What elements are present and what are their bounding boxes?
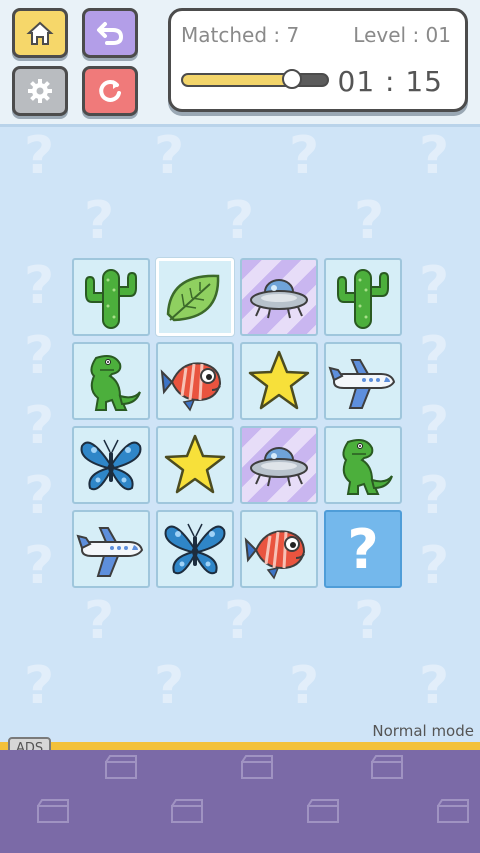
ufo-icon (244, 430, 314, 500)
undo-icon (97, 22, 124, 45)
star-icon (244, 346, 314, 416)
background-question-mark: ? (224, 591, 255, 651)
ad-divider (0, 742, 480, 750)
gear-icon (28, 79, 52, 103)
clapperboard-icon (37, 799, 69, 823)
tile-star[interactable] (240, 342, 318, 420)
background-question-mark: ? (154, 656, 185, 716)
home-icon (26, 21, 54, 45)
tile-ufo[interactable] (240, 426, 318, 504)
background-question-mark: ? (24, 396, 55, 456)
airplane-icon (328, 346, 398, 416)
time-progress-bar (181, 69, 329, 89)
undo-button[interactable] (82, 8, 138, 58)
tile-cactus[interactable] (324, 258, 402, 336)
background-question-mark: ? (24, 536, 55, 596)
clapperboard-icon (241, 755, 273, 779)
level-indicator: Level : 01 (353, 23, 451, 47)
background-question-mark: ? (289, 656, 320, 716)
background-question-mark: ? (24, 256, 55, 316)
clapperboard-icon (307, 799, 339, 823)
clock-icon (282, 69, 303, 89)
background-question-mark: ? (419, 326, 450, 386)
dinosaur-icon (328, 430, 398, 500)
star-icon (160, 430, 230, 500)
settings-button[interactable] (12, 66, 68, 116)
background-question-mark: ? (354, 191, 385, 251)
background-question-mark: ? (419, 536, 450, 596)
background-question-mark: ? (24, 466, 55, 526)
tile-dinosaur[interactable] (324, 426, 402, 504)
leaf-icon (160, 262, 230, 332)
fish-icon (160, 346, 230, 416)
tile-ufo[interactable] (240, 258, 318, 336)
tile-hidden[interactable]: ? (324, 510, 402, 588)
clapperboard-icon (371, 755, 403, 779)
mode-label: Normal mode (372, 722, 474, 740)
fish-icon (244, 514, 314, 584)
time-progress-fill (183, 75, 293, 85)
dinosaur-icon (76, 346, 146, 416)
background-question-mark: ? (84, 591, 115, 651)
background-question-mark: ? (24, 126, 55, 186)
status-panel: Matched : 7 Level : 01 01 : 15 (168, 8, 468, 112)
tile-airplane[interactable] (324, 342, 402, 420)
background-question-mark: ? (354, 591, 385, 651)
ad-banner[interactable] (0, 750, 480, 853)
background-question-mark: ? (419, 396, 450, 456)
background-question-mark: ? (419, 466, 450, 526)
airplane-icon (76, 514, 146, 584)
tile-leaf[interactable] (156, 258, 234, 336)
restart-button[interactable] (82, 66, 138, 116)
background-question-mark: ? (84, 191, 115, 251)
tile-star[interactable] (156, 426, 234, 504)
clapperboard-icon (437, 799, 469, 823)
background-question-mark: ? (154, 126, 185, 186)
question-mark-icon: ? (347, 517, 379, 581)
background-question-mark: ? (289, 126, 320, 186)
restart-icon (99, 79, 121, 102)
home-button[interactable] (12, 8, 68, 58)
background-question-mark: ? (419, 656, 450, 716)
tile-dinosaur[interactable] (72, 342, 150, 420)
background-question-mark: ? (24, 656, 55, 716)
tile-airplane[interactable] (72, 510, 150, 588)
background-question-mark: ? (224, 191, 255, 251)
timer: 01 : 15 (337, 65, 443, 98)
ufo-icon (244, 262, 314, 332)
tile-fish[interactable] (240, 510, 318, 588)
tile-butterfly[interactable] (156, 510, 234, 588)
background-question-mark: ? (24, 326, 55, 386)
background-question-mark: ? (419, 256, 450, 316)
background-question-mark: ? (419, 126, 450, 186)
cactus-icon (328, 262, 398, 332)
tile-butterfly[interactable] (72, 426, 150, 504)
matched-counter: Matched : 7 (181, 23, 300, 47)
cactus-icon (76, 262, 146, 332)
butterfly-icon (76, 430, 146, 500)
butterfly-icon (160, 514, 230, 584)
clapperboard-icon (105, 755, 137, 779)
clapperboard-icon (171, 799, 203, 823)
tile-cactus[interactable] (72, 258, 150, 336)
tile-fish[interactable] (156, 342, 234, 420)
game-board: ? (72, 258, 408, 594)
